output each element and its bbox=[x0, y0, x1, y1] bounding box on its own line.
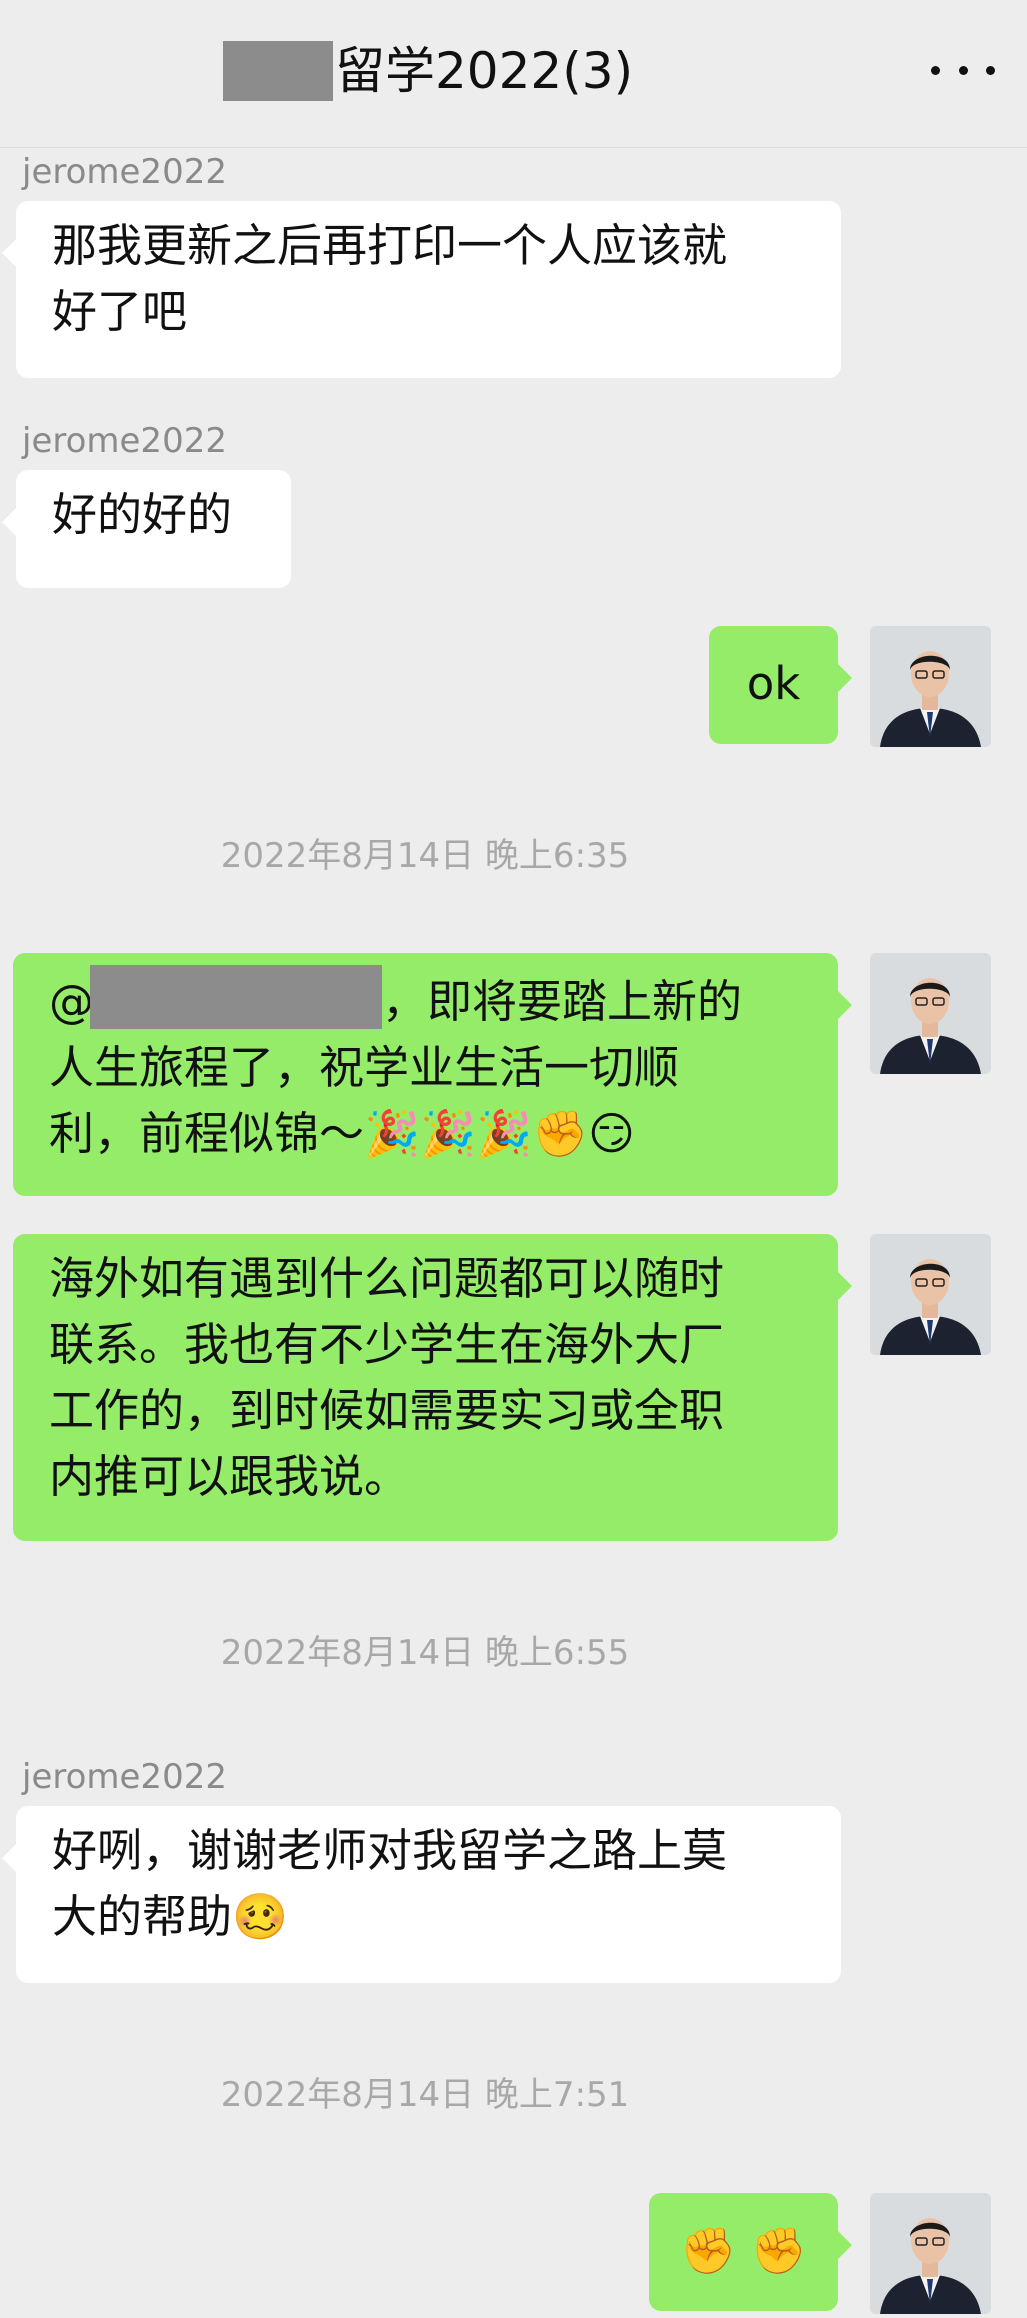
avatar-icon[interactable] bbox=[870, 2193, 991, 2314]
timestamp: 2022年8月14日 晚上6:55 bbox=[220, 1633, 630, 1673]
timestamp: 2022年8月14日 晚上7:51 bbox=[220, 2075, 630, 2115]
message-bubble-outgoing[interactable]: ✊ ✊ bbox=[649, 2193, 852, 2311]
avatar-icon[interactable] bbox=[870, 1234, 991, 1355]
sender-name: jerome2022 bbox=[22, 421, 227, 461]
avatar-icon[interactable] bbox=[870, 626, 991, 747]
sender-name: jerome2022 bbox=[22, 1757, 227, 1797]
timestamp: 2022年8月14日 晚上6:35 bbox=[220, 836, 630, 876]
chat-header: 留学2022(3) bbox=[0, 0, 1027, 148]
chat-title-text: 留学2022(3) bbox=[335, 42, 634, 100]
more-icon-dot bbox=[931, 65, 940, 75]
message-bubble-incoming[interactable]: 那我更新之后再打印一个人应该就 好了吧 bbox=[2, 201, 841, 378]
sender-name: jerome2022 bbox=[22, 152, 227, 192]
chat-title: 留学2022(3) bbox=[223, 40, 633, 102]
avatar-icon[interactable] bbox=[870, 953, 991, 1074]
redacted-mention bbox=[90, 965, 382, 1029]
chat-screen: 留学2022(3) jerome2022 那我更新之后再打印一个人应该就 好了吧… bbox=[0, 0, 1027, 2318]
message-bubble-incoming[interactable]: 好的好的 bbox=[2, 470, 291, 588]
redacted-group-name bbox=[223, 41, 333, 101]
more-icon[interactable] bbox=[931, 45, 995, 95]
more-icon-dot bbox=[986, 65, 995, 75]
message-bubble-outgoing[interactable]: @ ，即将要踏上新的 人生旅程了，祝学业生活一切顺 利，前程似锦～🎉🎉🎉✊😏 bbox=[13, 953, 852, 1196]
message-bubble-outgoing[interactable]: 海外如有遇到什么问题都可以随时 联系。我也有不少学生在海外大厂 工作的，到时候如… bbox=[13, 1234, 852, 1541]
mention-prefix: @ bbox=[49, 975, 94, 1028]
message-bubble-incoming[interactable]: 好咧，谢谢老师对我留学之路上莫 大的帮助🥴 bbox=[2, 1806, 841, 1983]
message-bubble-outgoing[interactable]: ok bbox=[709, 626, 852, 744]
more-icon-dot bbox=[958, 65, 968, 75]
